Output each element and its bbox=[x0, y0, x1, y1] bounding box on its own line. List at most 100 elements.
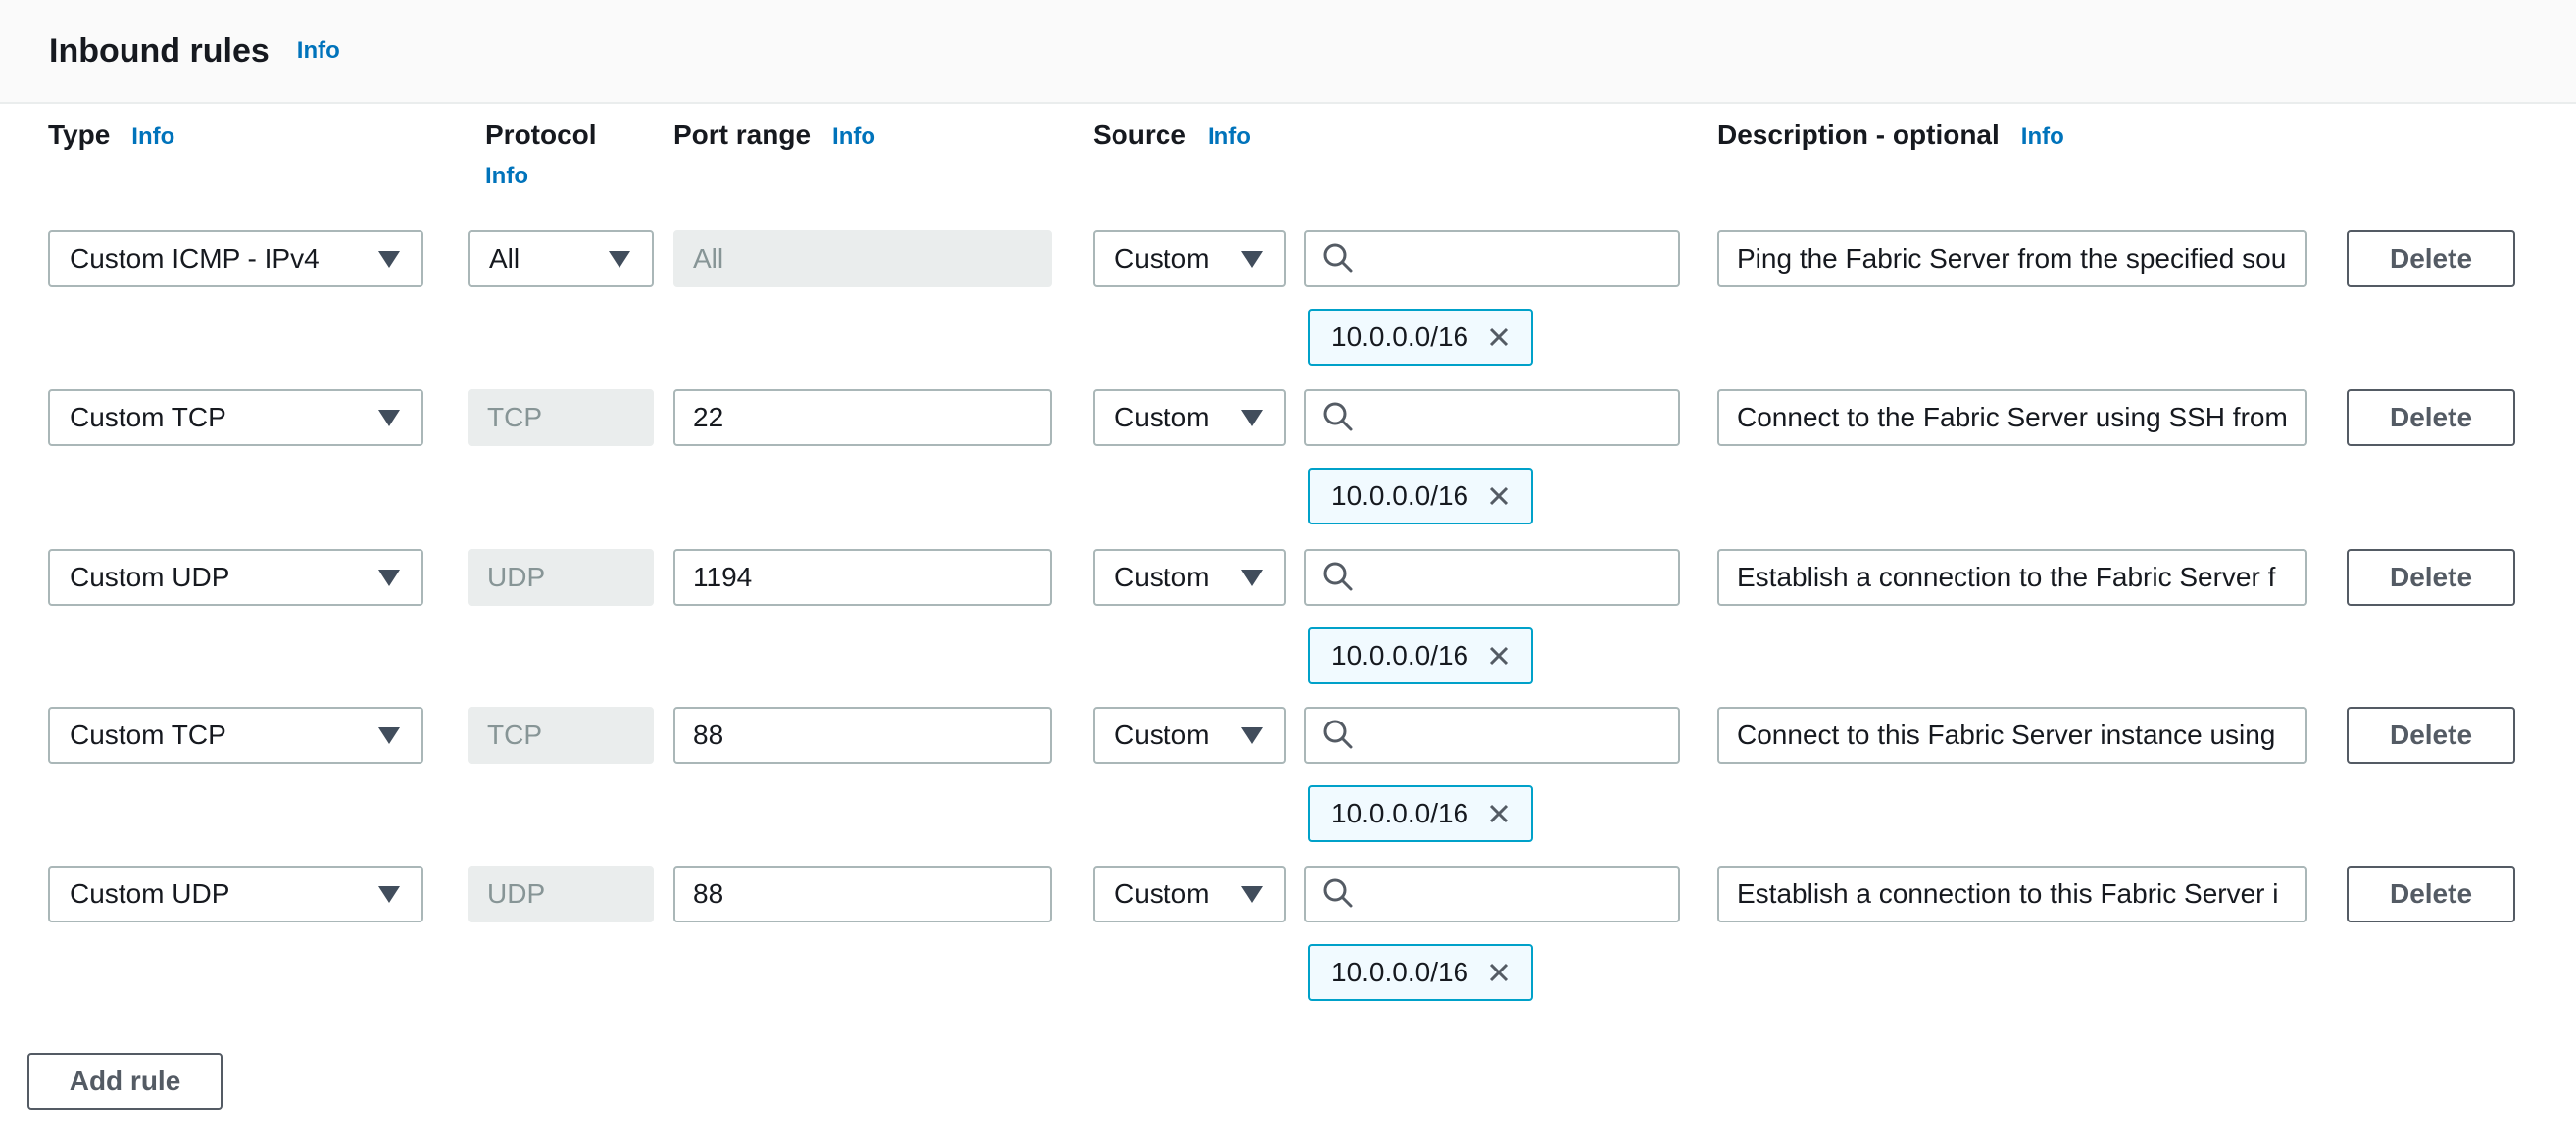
delete-rule-button[interactable]: Delete bbox=[2347, 549, 2515, 606]
dropdown-arrow-icon bbox=[378, 251, 400, 268]
source-search-box bbox=[1304, 389, 1680, 446]
description-input[interactable] bbox=[1717, 549, 2307, 606]
protocol-field: TCP bbox=[468, 389, 654, 446]
dropdown-arrow-icon bbox=[1241, 570, 1263, 586]
column-header-source: Source Info bbox=[1093, 120, 1251, 151]
column-header-description: Description - optional Info bbox=[1717, 120, 2064, 151]
type-label: Type bbox=[48, 120, 110, 151]
column-header-protocol: Protocol Info bbox=[468, 120, 579, 190]
source-cidr-chip: 10.0.0.0/16 bbox=[1308, 785, 1533, 842]
port-range-field: All bbox=[673, 230, 1052, 287]
source-search-input[interactable] bbox=[1368, 562, 1664, 593]
description-info-link[interactable]: Info bbox=[2021, 124, 2064, 151]
description-input[interactable] bbox=[1717, 389, 2307, 446]
type-select[interactable]: Custom UDP bbox=[48, 549, 423, 606]
type-info-link[interactable]: Info bbox=[131, 124, 174, 151]
delete-rule-button[interactable]: Delete bbox=[2347, 389, 2515, 446]
source-select-value: Custom bbox=[1115, 878, 1209, 910]
source-cidr-value: 10.0.0.0/16 bbox=[1331, 322, 1468, 353]
search-icon bbox=[1321, 401, 1355, 434]
panel-header: Inbound rules Info bbox=[0, 0, 2576, 104]
source-search-box bbox=[1304, 707, 1680, 764]
type-select-value: Custom TCP bbox=[70, 720, 226, 751]
source-cidr-value: 10.0.0.0/16 bbox=[1331, 798, 1468, 829]
type-select-value: Custom UDP bbox=[70, 878, 229, 910]
delete-rule-button[interactable]: Delete bbox=[2347, 230, 2515, 287]
source-select[interactable]: Custom bbox=[1093, 549, 1286, 606]
port-range-label: Port range bbox=[673, 120, 811, 151]
port-range-input[interactable] bbox=[673, 866, 1052, 922]
source-select[interactable]: Custom bbox=[1093, 230, 1286, 287]
search-icon bbox=[1321, 719, 1355, 752]
source-search-box bbox=[1304, 866, 1680, 922]
port-range-input[interactable] bbox=[673, 707, 1052, 764]
remove-cidr-icon[interactable] bbox=[1486, 324, 1511, 350]
type-select-value: Custom TCP bbox=[70, 402, 226, 433]
port-range-input[interactable] bbox=[673, 549, 1052, 606]
source-cidr-value: 10.0.0.0/16 bbox=[1331, 480, 1468, 512]
page-title: Inbound rules bbox=[49, 32, 270, 71]
source-search-input[interactable] bbox=[1368, 720, 1664, 751]
remove-cidr-icon[interactable] bbox=[1486, 643, 1511, 669]
remove-cidr-icon[interactable] bbox=[1486, 801, 1511, 826]
source-cidr-chip: 10.0.0.0/16 bbox=[1308, 627, 1533, 684]
search-icon bbox=[1321, 242, 1355, 275]
protocol-value: TCP bbox=[487, 720, 542, 751]
rule-row: Custom UDP UDP Custom 10.0.0.0/16 Dele bbox=[0, 549, 2576, 706]
rule-row: Custom ICMP - IPv4 All All Custom 10.0.0… bbox=[0, 230, 2576, 387]
source-search-input[interactable] bbox=[1368, 243, 1664, 274]
type-select-value: Custom ICMP - IPv4 bbox=[70, 243, 320, 274]
protocol-field: TCP bbox=[468, 707, 654, 764]
type-select-value: Custom UDP bbox=[70, 562, 229, 593]
source-search-box bbox=[1304, 549, 1680, 606]
delete-rule-button[interactable]: Delete bbox=[2347, 707, 2515, 764]
source-info-link[interactable]: Info bbox=[1208, 124, 1251, 151]
description-input[interactable] bbox=[1717, 230, 2307, 287]
inbound-rules-panel: Inbound rules Info Type Info Protocol In… bbox=[0, 0, 2576, 1145]
search-icon bbox=[1321, 561, 1355, 594]
protocol-select-value: All bbox=[489, 243, 520, 274]
dropdown-arrow-icon bbox=[378, 886, 400, 903]
source-label: Source bbox=[1093, 120, 1186, 151]
protocol-info-link[interactable]: Info bbox=[485, 163, 528, 190]
dropdown-arrow-icon bbox=[1241, 410, 1263, 426]
description-label: Description - optional bbox=[1717, 120, 2000, 151]
add-rule-button[interactable]: Add rule bbox=[27, 1053, 223, 1110]
dropdown-arrow-icon bbox=[378, 410, 400, 426]
protocol-select[interactable]: All bbox=[468, 230, 654, 287]
source-select[interactable]: Custom bbox=[1093, 389, 1286, 446]
type-select[interactable]: Custom TCP bbox=[48, 389, 423, 446]
protocol-field: UDP bbox=[468, 549, 654, 606]
source-cidr-chip: 10.0.0.0/16 bbox=[1308, 309, 1533, 366]
inbound-rules-info-link[interactable]: Info bbox=[297, 37, 340, 65]
remove-cidr-icon[interactable] bbox=[1486, 960, 1511, 985]
type-select[interactable]: Custom ICMP - IPv4 bbox=[48, 230, 423, 287]
source-search-input[interactable] bbox=[1368, 878, 1664, 910]
source-cidr-value: 10.0.0.0/16 bbox=[1331, 640, 1468, 672]
delete-rule-button[interactable]: Delete bbox=[2347, 866, 2515, 922]
description-input[interactable] bbox=[1717, 866, 2307, 922]
source-select-value: Custom bbox=[1115, 243, 1209, 274]
source-search-box bbox=[1304, 230, 1680, 287]
source-select-value: Custom bbox=[1115, 402, 1209, 433]
dropdown-arrow-icon bbox=[609, 251, 630, 268]
port-range-info-link[interactable]: Info bbox=[832, 124, 875, 151]
rule-row: Custom TCP TCP Custom 10.0.0.0/16 Dele bbox=[0, 707, 2576, 864]
column-header-port-range: Port range Info bbox=[673, 120, 875, 151]
protocol-field: UDP bbox=[468, 866, 654, 922]
source-search-input[interactable] bbox=[1368, 402, 1664, 433]
source-select[interactable]: Custom bbox=[1093, 707, 1286, 764]
protocol-value: TCP bbox=[487, 402, 542, 433]
rule-row: Custom TCP TCP Custom 10.0.0.0/16 Dele bbox=[0, 389, 2576, 546]
dropdown-arrow-icon bbox=[1241, 886, 1263, 903]
search-icon bbox=[1321, 877, 1355, 911]
source-cidr-value: 10.0.0.0/16 bbox=[1331, 957, 1468, 988]
source-select-value: Custom bbox=[1115, 720, 1209, 751]
protocol-label: Protocol bbox=[485, 120, 597, 151]
remove-cidr-icon[interactable] bbox=[1486, 483, 1511, 509]
type-select[interactable]: Custom UDP bbox=[48, 866, 423, 922]
port-range-input[interactable] bbox=[673, 389, 1052, 446]
source-select[interactable]: Custom bbox=[1093, 866, 1286, 922]
type-select[interactable]: Custom TCP bbox=[48, 707, 423, 764]
description-input[interactable] bbox=[1717, 707, 2307, 764]
